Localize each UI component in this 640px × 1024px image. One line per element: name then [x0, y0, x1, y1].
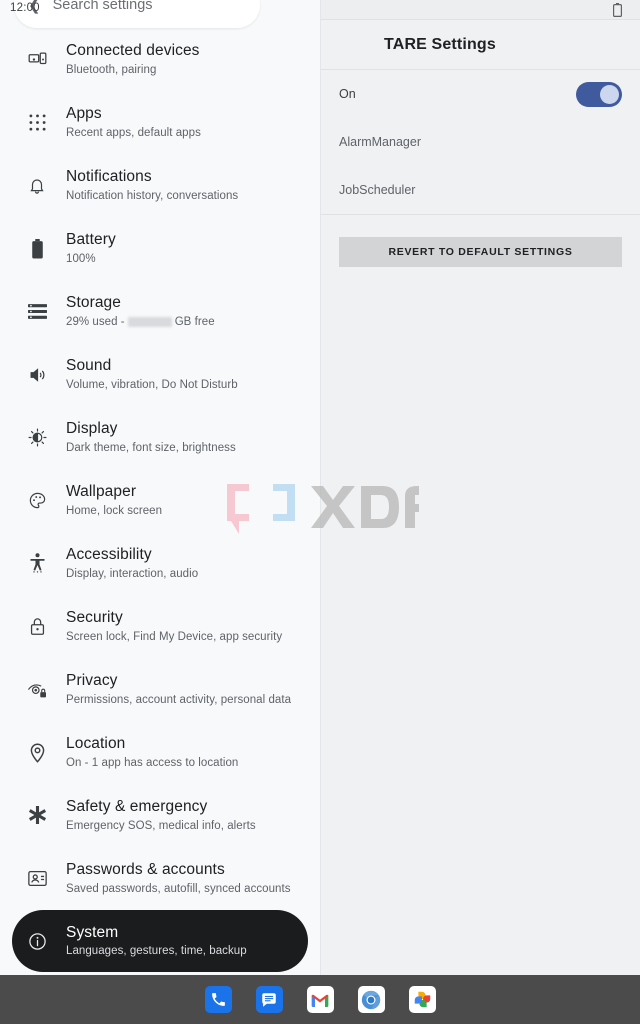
bell-icon — [22, 171, 52, 201]
sidebar-item-display[interactable]: Display Dark theme, font size, brightness — [0, 406, 320, 469]
accessibility-icon — [22, 549, 52, 579]
sidebar-item-subtitle: Permissions, account activity, personal … — [66, 693, 292, 706]
sidebar-item-subtitle: Emergency SOS, medical info, alerts — [66, 819, 256, 832]
phone-app-icon[interactable] — [204, 986, 232, 1013]
brightness-icon — [22, 423, 52, 453]
sidebar-item-subtitle: 100% — [66, 252, 96, 265]
speaker-icon — [22, 360, 52, 390]
tare-options-card: On AlarmManager JobScheduler — [321, 70, 640, 215]
search-settings-bar[interactable]: ❮ Search settings — [14, 0, 260, 28]
tare-row-label: AlarmManager — [339, 135, 421, 149]
subtitle-suffix: GB free — [174, 315, 215, 328]
sidebar-item-subtitle: Home, lock screen — [66, 504, 163, 517]
sidebar-item-location[interactable]: Location On - 1 app has access to locatio… — [0, 721, 320, 784]
sidebar-item-subtitle: Saved passwords, autofill, synced accoun… — [66, 882, 291, 895]
tare-row-jobscheduler[interactable]: JobScheduler — [339, 166, 622, 214]
sidebar-item-title: Location — [66, 735, 126, 753]
tare-row-label: On — [339, 87, 356, 101]
sidebar-item-apps[interactable]: Apps Recent apps, default apps — [0, 91, 320, 154]
sidebar-item-title: Privacy — [66, 672, 118, 690]
sidebar-item-wallpaper[interactable]: Wallpaper Home, lock screen — [0, 469, 320, 532]
tare-settings-pane: TARE Settings On AlarmManager JobScheduler… — [320, 0, 640, 1024]
sidebar-item-accessibility[interactable]: Accessibility Display, interaction, audio — [0, 532, 320, 595]
sidebar-item-battery[interactable]: Battery 100% — [0, 217, 320, 280]
sidebar-item-title: Connected devices — [66, 42, 200, 60]
sidebar-item-subtitle: Notification history, conversations — [66, 189, 239, 202]
sidebar-item-title: Passwords & accounts — [66, 861, 225, 879]
battery-outline-icon — [613, 3, 623, 22]
sidebar-item-connected-devices[interactable]: Connected devices Bluetooth, pairing — [0, 28, 320, 91]
info-circle-icon — [22, 926, 52, 956]
page-title: TARE Settings — [384, 35, 496, 53]
sidebar-item-safety-emergency[interactable]: Safety & emergency Emergency SOS, medical… — [0, 784, 320, 847]
revert-button-container: REVERT TO DEFAULT SETTINGS — [321, 215, 640, 267]
chevron-left-icon[interactable]: ❮ — [28, 0, 41, 13]
tare-row-label: JobScheduler — [339, 183, 416, 197]
tare-row-on[interactable]: On — [339, 70, 622, 118]
messages-app-icon[interactable] — [255, 986, 283, 1013]
storage-icon — [22, 297, 52, 327]
tare-settings-header: TARE Settings — [321, 20, 640, 70]
sidebar-item-title: Security — [66, 609, 123, 627]
sidebar-item-storage[interactable]: Storage 29% used - GB free — [0, 280, 320, 343]
sidebar-item-subtitle: Languages, gestures, time, backup — [66, 945, 247, 958]
sidebar-item-notifications[interactable]: Notifications Notification history, conve… — [0, 154, 320, 217]
revert-to-default-settings-button[interactable]: REVERT TO DEFAULT SETTINGS — [339, 237, 622, 267]
sidebar-item-subtitle: Dark theme, font size, brightness — [66, 441, 236, 454]
sidebar-item-subtitle: Display, interaction, audio — [66, 567, 199, 580]
device-screen: 12:00 ❮ Search settings Connected device… — [0, 0, 640, 1024]
chrome-app-icon[interactable] — [357, 986, 385, 1013]
sidebar-item-title: Notifications — [66, 168, 152, 186]
toggle-thumb — [600, 84, 619, 104]
sidebar-item-sound[interactable]: Sound Volume, vibration, Do Not Disturb — [0, 343, 320, 406]
sidebar-item-title: Sound — [66, 357, 112, 375]
sidebar-item-title: System — [66, 923, 119, 941]
sidebar-item-title: Storage — [66, 294, 121, 312]
sidebar-item-subtitle: Recent apps, default apps — [66, 126, 201, 139]
sidebar-item-title: Display — [66, 420, 118, 438]
right-status-bar — [321, 0, 640, 20]
sidebar-item-subtitle: Bluetooth, pairing — [66, 63, 157, 76]
redacted-value — [127, 317, 172, 328]
sidebar-item-system[interactable]: System Languages, gestures, time, backup — [12, 910, 308, 972]
sidebar-item-subtitle: On - 1 app has access to location — [66, 756, 239, 769]
privacy-eye-icon — [22, 675, 52, 705]
photos-app-icon[interactable] — [408, 986, 436, 1013]
sidebar-item-subtitle: Volume, vibration, Do Not Disturb — [66, 378, 238, 391]
tare-enable-toggle[interactable] — [576, 81, 622, 107]
sidebar-item-subtitle: Screen lock, Find My Device, app securit… — [66, 630, 283, 643]
settings-items-container: Connected devices Bluetooth, pairing Apps R… — [0, 28, 320, 982]
search-input[interactable]: Search settings — [53, 0, 153, 13]
lock-icon — [22, 612, 52, 642]
apps-grid-icon — [22, 108, 52, 138]
subtitle-prefix: 29% used - — [66, 315, 125, 328]
gmail-app-icon[interactable] — [306, 986, 334, 1013]
sidebar-item-subtitle: 29% used - GB free — [66, 315, 215, 330]
taskbar — [0, 975, 640, 1024]
tare-row-alarmmanager[interactable]: AlarmManager — [339, 118, 622, 166]
sidebar-item-title: Battery — [66, 231, 116, 249]
sidebar-item-title: Apps — [66, 105, 102, 123]
sidebar-item-title: Wallpaper — [66, 483, 137, 501]
battery-icon — [22, 234, 52, 264]
sidebar-item-security[interactable]: Security Screen lock, Find My Device, app… — [0, 595, 320, 658]
account-card-icon — [22, 864, 52, 894]
asterisk-icon — [22, 801, 52, 831]
sidebar-item-privacy[interactable]: Privacy Permissions, account activity, pe… — [0, 658, 320, 721]
sidebar-item-passwords-accounts[interactable]: Passwords & accounts Saved passwords, aut… — [0, 847, 320, 910]
sidebar-item-title: Accessibility — [66, 546, 152, 564]
connected-devices-icon — [22, 45, 52, 75]
palette-icon — [22, 486, 52, 516]
location-pin-icon — [22, 738, 52, 768]
sidebar-item-title: Safety & emergency — [66, 798, 208, 816]
settings-list-pane: 12:00 ❮ Search settings Connected device… — [0, 0, 320, 1024]
